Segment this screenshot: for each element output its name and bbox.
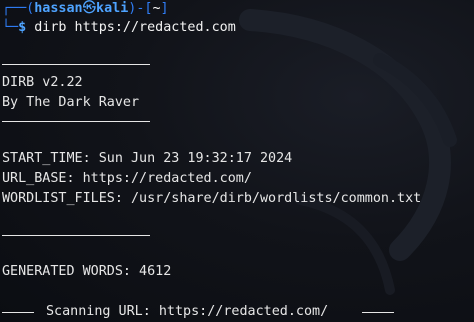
prompt-close: ] (160, 1, 169, 16)
divider-rule (2, 121, 150, 122)
prompt-user: hassan (34, 1, 83, 16)
start-time: START_TIME: Sun Jun 23 19:32:17 2024 (2, 151, 293, 166)
scanning-rule-right (362, 312, 394, 313)
prompt-cwd: ~ (152, 1, 161, 16)
divider-rule (2, 64, 150, 65)
wordlist-files: WORDLIST_FILES: /usr/share/dirb/wordlist… (2, 191, 422, 206)
prompt-corner: └─ (2, 20, 19, 35)
prompt-header-line: ┌──(hassan㉿kali)-[~] (2, 0, 169, 18)
dirb-version: DIRB v2.22 (2, 75, 83, 90)
divider-rule (2, 235, 150, 236)
terminal-window[interactable]: ┌──(hassan㉿kali)-[~] └─$ dirb https://re… (0, 0, 474, 322)
command-text: dirb https://redacted.com (34, 20, 236, 35)
prompt-symbol: $ (18, 20, 27, 35)
scanning-rule-left (2, 312, 34, 313)
prompt-open: ┌──( (2, 1, 35, 16)
prompt-close-host: )-[ (128, 1, 153, 16)
prompt-separator: ㉿ (82, 1, 97, 16)
command-line[interactable]: └─$ dirb https://redacted.com (2, 19, 236, 37)
dirb-author: By The Dark Raver (2, 95, 140, 110)
prompt-host: kali (96, 1, 129, 16)
generated-words: GENERATED WORDS: 4612 (2, 264, 172, 279)
scanning-url: Scanning URL: https://redacted.com/ (46, 304, 329, 319)
url-base: URL_BASE: https://redacted.com/ (2, 171, 252, 186)
